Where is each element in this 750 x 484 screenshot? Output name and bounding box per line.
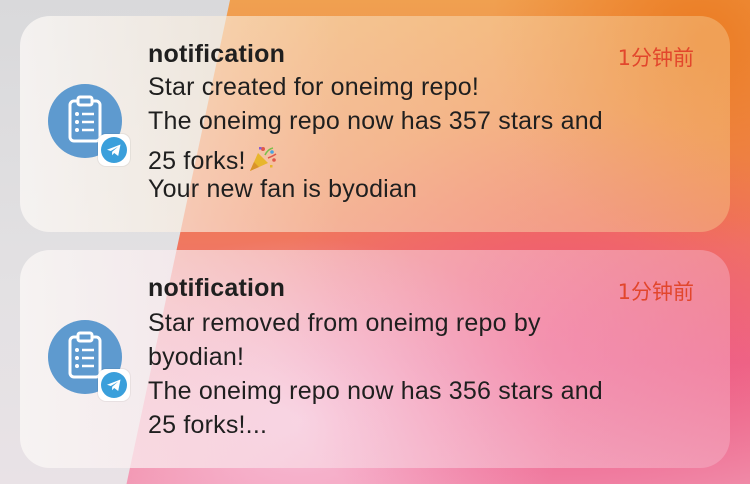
notification-body-line: 25 forks!...: [148, 411, 268, 439]
telegram-badge: [98, 134, 130, 166]
notification-time: 1分钟前: [617, 280, 694, 304]
notification-time: 1分钟前: [617, 46, 694, 70]
notification-body-line: 25 forks!: [148, 147, 246, 175]
notification-card[interactable]: notification 1分钟前 Star removed from onei…: [20, 250, 730, 468]
notification-card[interactable]: notification 1分钟前 Star created for oneim…: [20, 16, 730, 232]
notification-body-line: The oneimg repo now has 356 stars and: [148, 377, 603, 405]
notification-body-line: Star created for oneimg repo!: [148, 73, 479, 101]
telegram-icon: [101, 372, 127, 398]
notification-app-name: notification: [148, 274, 286, 302]
notification-body-line: Your new fan is byodian: [148, 175, 418, 203]
notification-body-line: The oneimg repo now has 357 stars and: [148, 107, 603, 135]
notification-app-name: notification: [148, 40, 286, 68]
notification-body-line: Star removed from oneimg repo by: [148, 309, 541, 337]
telegram-icon: [101, 137, 127, 163]
telegram-badge: [98, 369, 130, 401]
notification-body-line: byodian!: [148, 343, 245, 371]
